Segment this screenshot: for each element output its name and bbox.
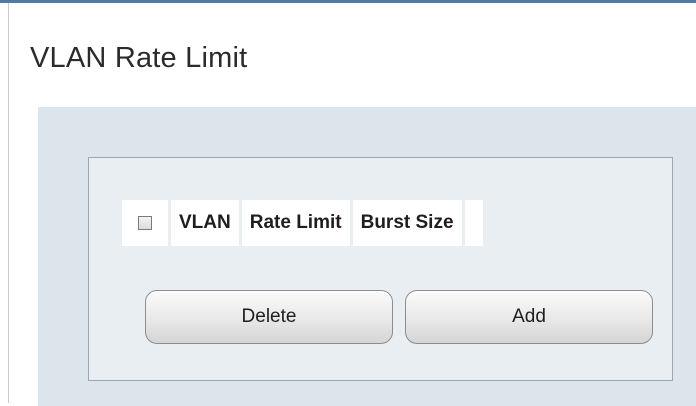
- select-all-checkbox[interactable]: [138, 215, 152, 230]
- page-title: VLAN Rate Limit: [30, 42, 248, 74]
- column-header-spacer: [464, 200, 483, 246]
- page-container: VLAN Rate Limit VLAN Rate Limit Burst Si…: [8, 3, 696, 406]
- delete-button[interactable]: Delete: [145, 290, 393, 344]
- column-header-vlan[interactable]: VLAN: [171, 200, 239, 246]
- column-header-burst-size[interactable]: Burst Size: [352, 200, 462, 246]
- select-all-header: [122, 200, 168, 246]
- vlan-rate-limit-panel: VLAN Rate Limit Burst Size Delete Add: [88, 157, 673, 381]
- content-area: VLAN Rate Limit Burst Size Delete Add: [38, 107, 696, 406]
- vlan-rate-limit-table: VLAN Rate Limit Burst Size: [119, 200, 486, 246]
- add-button[interactable]: Add: [405, 290, 653, 344]
- column-header-rate-limit[interactable]: Rate Limit: [241, 200, 350, 246]
- table-header-row: VLAN Rate Limit Burst Size: [122, 200, 483, 246]
